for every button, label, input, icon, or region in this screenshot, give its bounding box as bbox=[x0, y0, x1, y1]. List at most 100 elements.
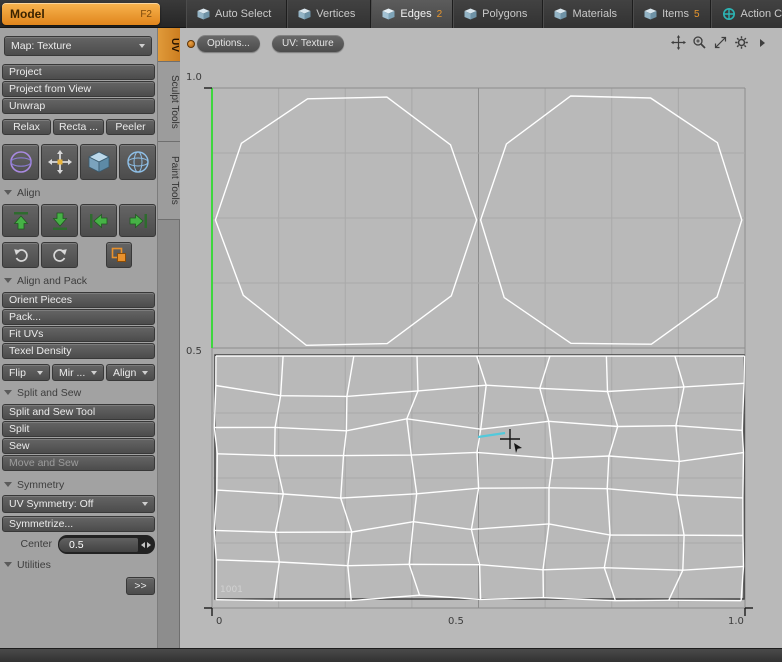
sphere-projection-tool-button[interactable] bbox=[119, 144, 156, 180]
symmetrize-button[interactable]: Symmetrize... bbox=[2, 516, 155, 532]
uv-editor-viewport[interactable]: 1.0 0.5 0 0.5 1.0 1001 Options... UV: Te… bbox=[180, 28, 782, 648]
flip-dropdown[interactable]: Flip bbox=[2, 364, 50, 381]
texel-density-button[interactable]: Texel Density bbox=[2, 343, 155, 359]
model-tab-shortcut: F2 bbox=[140, 8, 152, 20]
udim-label: 1001 bbox=[220, 585, 243, 595]
uv-editor-canvas[interactable]: 1.0 0.5 0 0.5 1.0 1001 bbox=[180, 28, 782, 648]
chevron-down-icon bbox=[37, 370, 43, 375]
map-dropdown-value: Map: Texture bbox=[11, 40, 72, 52]
vtab-paint-tools[interactable]: Paint Tools bbox=[158, 142, 180, 220]
align-right-icon bbox=[129, 213, 147, 228]
vtab-uv[interactable]: UV bbox=[158, 28, 180, 62]
rectangle-button[interactable]: Recta ... bbox=[53, 119, 104, 135]
expand-panel-button[interactable]: >> bbox=[126, 577, 155, 595]
split-and-sew-tool-button[interactable]: Split and Sew Tool bbox=[2, 404, 155, 420]
highlighted-edge[interactable] bbox=[477, 431, 506, 439]
button-label: Pack... bbox=[9, 311, 42, 323]
dropdown-label: Align bbox=[113, 366, 137, 379]
tab-label: Auto Select bbox=[215, 8, 272, 20]
tab-auto-select[interactable]: Auto Select bbox=[186, 0, 288, 28]
button-label: Options... bbox=[207, 38, 250, 49]
align-up-button[interactable] bbox=[2, 204, 39, 237]
uv-island-cap-left[interactable] bbox=[214, 96, 478, 347]
tab-edges[interactable]: Edges 2 bbox=[371, 0, 454, 28]
gear-icon[interactable] bbox=[734, 35, 749, 50]
rotate-ccw-button[interactable] bbox=[2, 242, 39, 268]
dropdown-label: Mir ... bbox=[59, 366, 86, 379]
tab-vertices[interactable]: Vertices bbox=[287, 0, 372, 28]
transform-uv-tool-button[interactable] bbox=[41, 144, 78, 180]
vtab-label: UV bbox=[169, 37, 180, 52]
tab-label: Vertices bbox=[316, 8, 356, 20]
section-title: Symmetry bbox=[17, 478, 65, 491]
rotate-cw-button[interactable] bbox=[41, 242, 78, 268]
tab-shortcut: 5 bbox=[693, 8, 700, 20]
maximize-icon[interactable] bbox=[713, 35, 728, 50]
stack-align-icon bbox=[111, 247, 126, 262]
tab-items[interactable]: Items 5 bbox=[633, 0, 711, 28]
uv-tools-panel: Map: Texture Project Project from View U… bbox=[0, 28, 158, 648]
project-button[interactable]: Project bbox=[2, 64, 155, 80]
align-right-button[interactable] bbox=[119, 204, 156, 237]
peeler-button[interactable]: Peeler bbox=[106, 119, 155, 135]
mirror-dropdown[interactable]: Mir ... bbox=[52, 364, 104, 381]
project-from-view-button[interactable]: Project from View bbox=[2, 81, 155, 97]
button-label: Peeler bbox=[115, 121, 146, 133]
sew-button[interactable]: Sew bbox=[2, 438, 155, 454]
uv-island-cap-right[interactable] bbox=[479, 95, 743, 345]
pack-button[interactable]: Pack... bbox=[2, 309, 155, 325]
viewport-menu-dot-icon[interactable] bbox=[187, 40, 195, 48]
tab-action-center[interactable]: Action Center bbox=[710, 0, 782, 28]
button-label: >> bbox=[134, 580, 147, 592]
tab-materials[interactable]: Materials bbox=[543, 0, 634, 28]
uv-symmetry-dropdown[interactable]: UV Symmetry: Off bbox=[2, 495, 155, 513]
section-split-and-sew[interactable]: Split and Sew bbox=[4, 386, 81, 399]
axis-label-top: 1.0 bbox=[186, 72, 202, 83]
button-label: Unwrap bbox=[9, 100, 46, 112]
vtab-sculpt-tools[interactable]: Sculpt Tools bbox=[158, 62, 180, 142]
cube-icon bbox=[382, 8, 395, 20]
expand-arrow-icon[interactable] bbox=[755, 35, 770, 50]
axis-label-middle: 0.5 bbox=[186, 346, 202, 357]
orient-pieces-button[interactable]: Orient Pieces bbox=[2, 292, 155, 308]
center-value: 0.5 bbox=[59, 537, 138, 552]
cube-icon bbox=[298, 8, 311, 20]
button-label: Symmetrize... bbox=[9, 518, 74, 530]
fit-uvs-button[interactable]: Fit UVs bbox=[2, 326, 155, 342]
center-value-field[interactable]: 0.5 bbox=[58, 535, 155, 554]
unwrap-button[interactable]: Unwrap bbox=[2, 98, 155, 114]
section-align[interactable]: Align bbox=[4, 186, 40, 199]
button-label: Relax bbox=[13, 121, 40, 133]
stack-align-button[interactable] bbox=[106, 242, 132, 268]
button-label: Split bbox=[9, 423, 30, 435]
tab-label: Items bbox=[662, 8, 689, 20]
align-dropdown[interactable]: Align bbox=[106, 364, 155, 381]
section-utilities[interactable]: Utilities bbox=[4, 558, 51, 571]
model-layout-tab[interactable]: Model F2 bbox=[2, 3, 160, 25]
axis-label-bottom-middle: 0.5 bbox=[448, 616, 464, 627]
align-down-button[interactable] bbox=[41, 204, 78, 237]
uv-map-button[interactable]: UV: Texture bbox=[272, 35, 344, 52]
options-button[interactable]: Options... bbox=[197, 35, 260, 52]
chevron-down-icon bbox=[139, 44, 145, 48]
uv-grid bbox=[211, 87, 746, 609]
button-label: Texel Density bbox=[9, 345, 72, 357]
vtab-label: Paint Tools bbox=[169, 156, 180, 205]
cube-projection-icon bbox=[87, 151, 110, 173]
collapse-triangle-icon bbox=[4, 190, 12, 195]
split-button[interactable]: Split bbox=[2, 421, 155, 437]
section-symmetry[interactable]: Symmetry bbox=[4, 478, 64, 491]
button-label: Project bbox=[9, 66, 42, 78]
value-spinner-icon[interactable] bbox=[138, 541, 154, 548]
align-left-button[interactable] bbox=[80, 204, 117, 237]
map-dropdown[interactable]: Map: Texture bbox=[4, 36, 152, 56]
section-title: Utilities bbox=[17, 558, 51, 571]
rotate-ccw-icon bbox=[13, 249, 28, 262]
tab-polygons[interactable]: Polygons bbox=[453, 0, 544, 28]
pan-icon[interactable] bbox=[671, 35, 686, 50]
relax-button[interactable]: Relax bbox=[2, 119, 51, 135]
section-align-and-pack[interactable]: Align and Pack bbox=[4, 274, 87, 287]
zoom-icon[interactable] bbox=[692, 35, 707, 50]
uv-projection-tool-button[interactable] bbox=[2, 144, 39, 180]
cube-projection-tool-button[interactable] bbox=[80, 144, 117, 180]
